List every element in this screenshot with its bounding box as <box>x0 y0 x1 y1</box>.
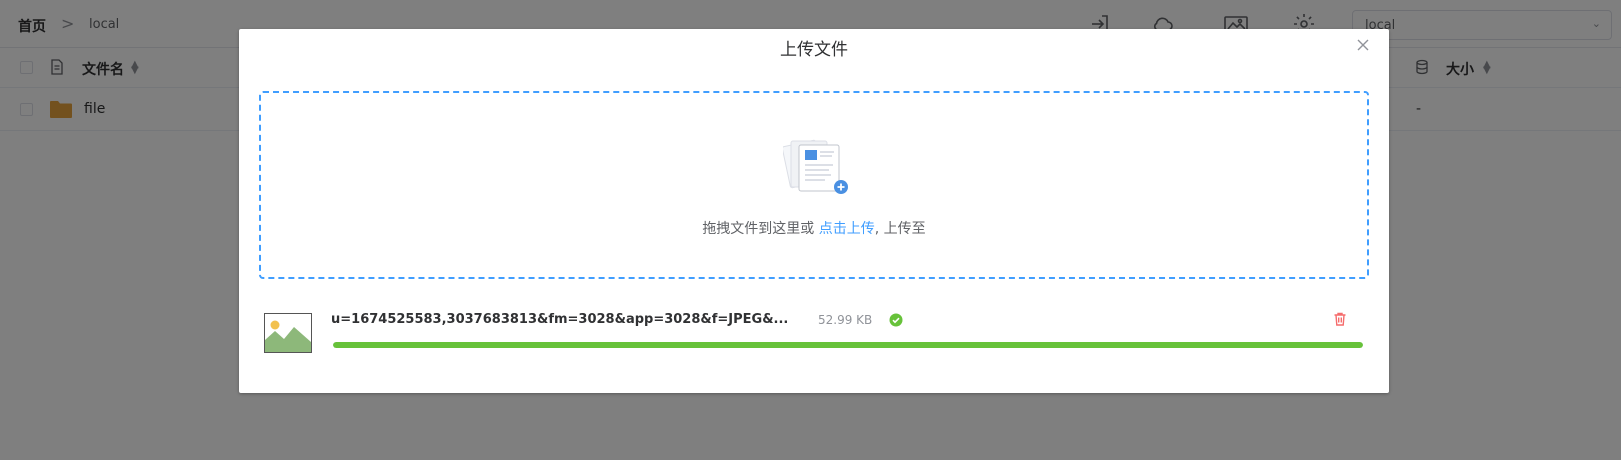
dropzone-text-suffix: , 上传至 <box>874 221 926 237</box>
upload-progress-fill <box>333 342 1363 348</box>
upload-dialog: 上传文件 拖拽文件到这里或 点击上传, 上传至 u=1674525583,303… <box>239 29 1389 393</box>
check-circle-icon <box>889 312 903 327</box>
upload-dropzone[interactable]: 拖拽文件到这里或 点击上传, 上传至 <box>259 91 1369 279</box>
upload-progress-bar <box>333 342 1363 348</box>
click-upload-link[interactable]: 点击上传 <box>819 221 875 237</box>
dropzone-text: 拖拽文件到这里或 点击上传, 上传至 <box>261 218 1367 238</box>
upload-illustration-icon <box>781 137 853 197</box>
close-icon[interactable] <box>1355 37 1371 53</box>
upload-file-item: u=1674525583,3037683813&fm=3028&app=3028… <box>259 309 1369 369</box>
upload-file-size: 52.99 KB <box>818 313 873 327</box>
dialog-title: 上传文件 <box>780 40 848 60</box>
upload-file-name: u=1674525583,3037683813&fm=3028&app=3028… <box>331 312 789 327</box>
delete-icon[interactable] <box>1332 311 1348 327</box>
dropzone-text-prefix: 拖拽文件到这里或 <box>702 221 819 237</box>
image-thumbnail-icon <box>264 313 312 353</box>
